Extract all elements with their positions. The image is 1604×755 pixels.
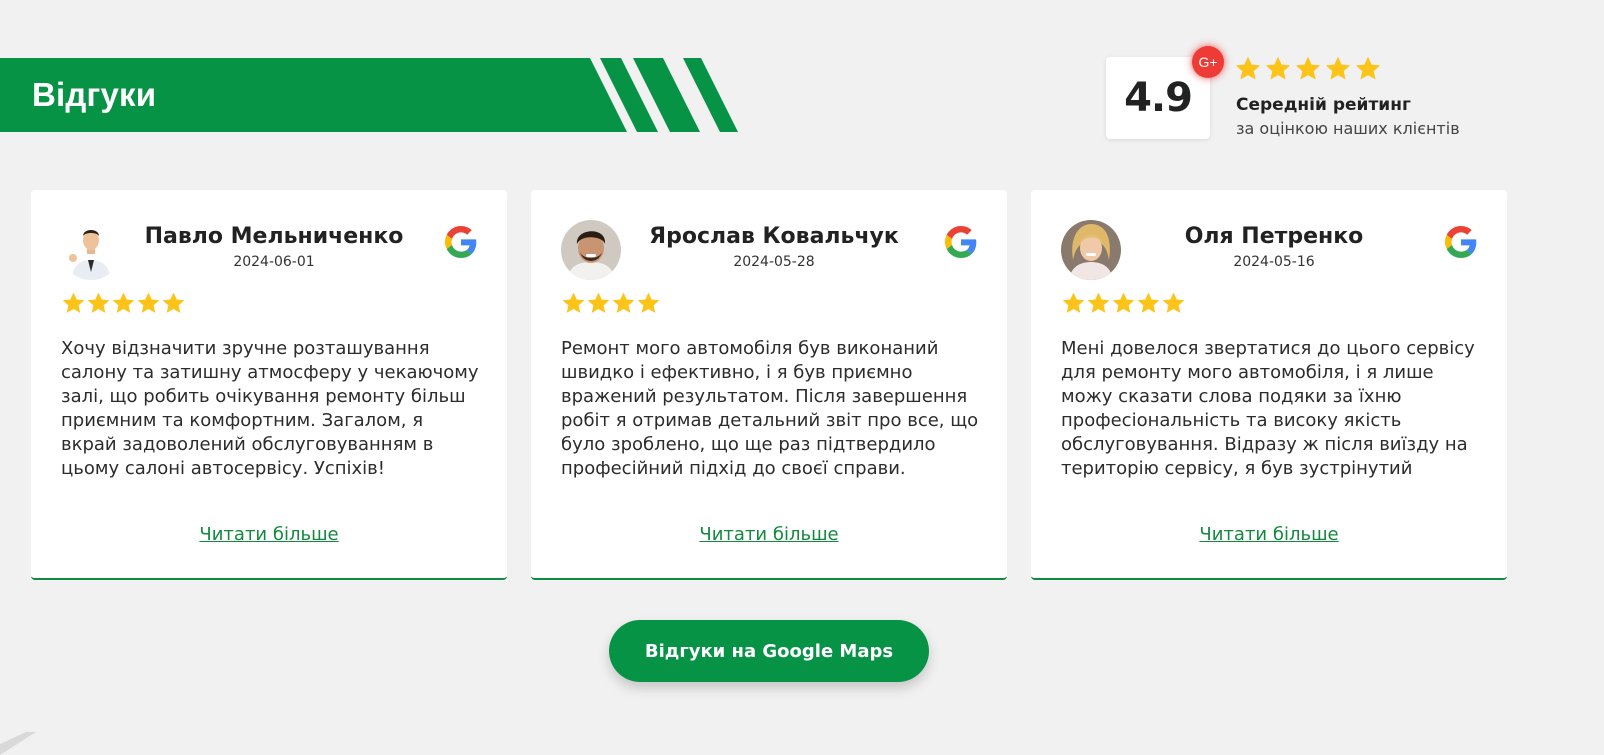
avatar: [61, 220, 121, 280]
star-icon: [587, 292, 610, 313]
star-icon: [1112, 292, 1135, 313]
star-icon: [1162, 292, 1185, 313]
review-text: Ремонт мого автомобіля був виконаний шви…: [561, 338, 979, 479]
star-icon: [1087, 292, 1110, 313]
google-g-icon: [445, 226, 477, 258]
reviewer-name: Павло Мельниченко: [144, 224, 404, 249]
star-icon: [1295, 56, 1321, 80]
rating-label: Середній рейтинг: [1236, 95, 1411, 115]
rating-stars: [1234, 55, 1382, 83]
google-g-icon: [1445, 226, 1477, 258]
reviewer-name: Оля Петренко: [1184, 224, 1364, 249]
star-icon: [1062, 292, 1085, 313]
star-icon: [612, 292, 635, 313]
read-more-link[interactable]: Читати більше: [31, 524, 507, 545]
star-icon: [62, 292, 85, 313]
corner-decoration: [0, 732, 36, 755]
review-date: 2024-06-01: [233, 254, 315, 270]
review-text: Хочу відзначити зручне розташування сало…: [61, 338, 479, 479]
star-icon: [137, 292, 160, 313]
star-icon: [1325, 56, 1351, 80]
reviewer-name: Ярослав Ковальчук: [649, 224, 899, 249]
review-stars: [561, 291, 661, 316]
review-card: Павло Мельниченко 2024-06-01 Хочу відзна…: [31, 190, 507, 580]
avatar: [561, 220, 621, 280]
review-text: Мені довелося звертатися до цього сервіс…: [1061, 338, 1475, 479]
review-card: Ярослав Ковальчук 2024-05-28 Ремонт мого…: [531, 190, 1007, 580]
section-banner: Відгуки: [0, 58, 740, 132]
google-plus-icon: G+: [1192, 46, 1224, 78]
star-icon: [87, 292, 110, 313]
average-rating: 4.9 G+ Середній рейтинг за оцінкою наших…: [1106, 46, 1486, 141]
google-g-icon: [945, 226, 977, 258]
star-icon: [637, 292, 660, 313]
star-icon: [1355, 56, 1381, 80]
review-stars: [1061, 291, 1186, 316]
star-icon: [162, 292, 185, 313]
score-value: 4.9: [1124, 75, 1193, 121]
star-icon: [112, 292, 135, 313]
star-icon: [1137, 292, 1160, 313]
avatar: [1061, 220, 1121, 280]
read-more-link[interactable]: Читати більше: [531, 524, 1007, 545]
star-icon: [562, 292, 585, 313]
review-date: 2024-05-16: [1233, 254, 1315, 270]
star-icon: [1235, 56, 1261, 80]
google-maps-reviews-button[interactable]: Відгуки на Google Maps: [609, 620, 929, 682]
review-stars: [61, 291, 186, 316]
star-icon: [1265, 56, 1291, 80]
review-date: 2024-05-28: [733, 254, 815, 270]
review-card: Оля Петренко 2024-05-16 Мені довелося зв…: [1031, 190, 1507, 580]
read-more-link[interactable]: Читати більше: [1031, 524, 1507, 545]
rating-sublabel: за оцінкою наших клієнтів: [1236, 119, 1460, 138]
section-title: Відгуки: [32, 76, 157, 113]
